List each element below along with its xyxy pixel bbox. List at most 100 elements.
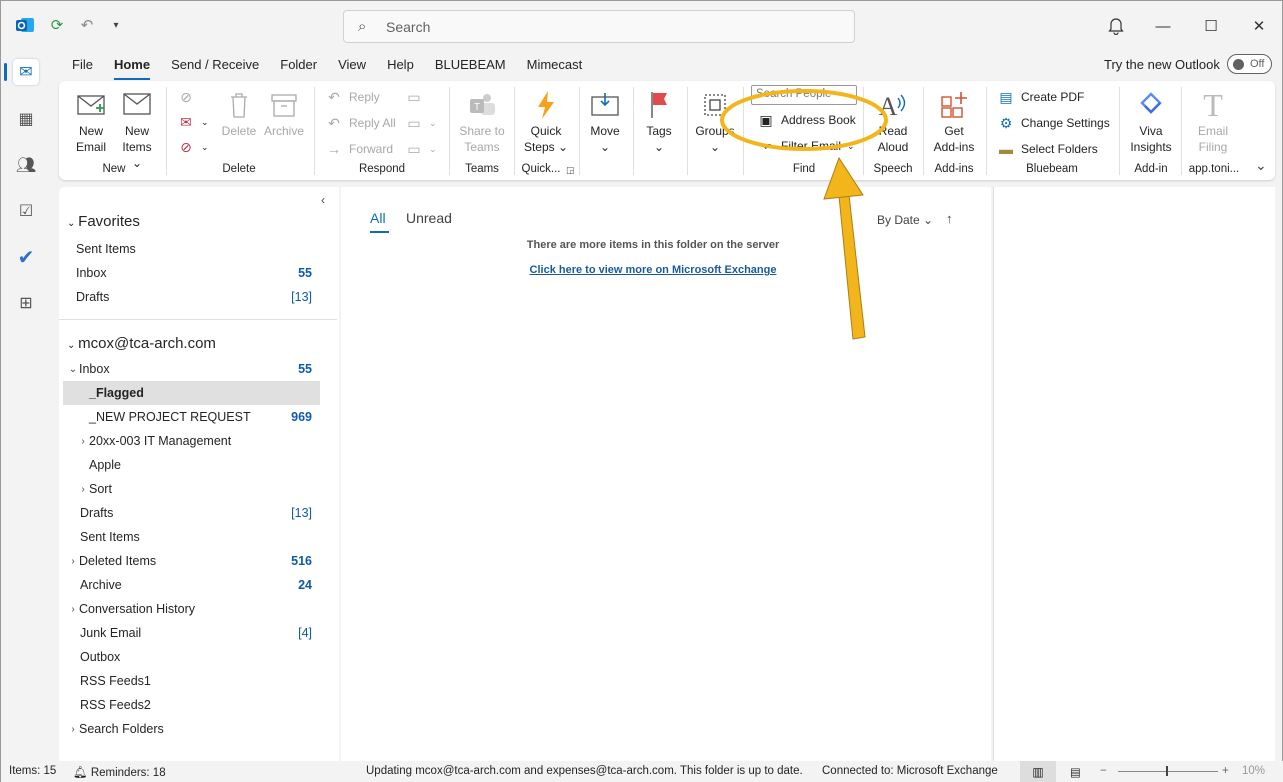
reply-all-button[interactable]: ↶ Reply All bbox=[325, 113, 396, 133]
teams-icon: T bbox=[457, 87, 507, 123]
move-button[interactable]: Move ⌄ bbox=[585, 87, 625, 155]
close-button[interactable]: ✕ bbox=[1244, 11, 1274, 41]
meeting-reply-icon[interactable]: ▭ bbox=[405, 87, 423, 107]
sort-direction-icon[interactable]: ↑ bbox=[946, 211, 953, 226]
mail-icon[interactable]: ✉ bbox=[13, 59, 39, 85]
tags-button[interactable]: Tags ⌄ bbox=[641, 87, 677, 155]
tab-bluebeam[interactable]: BLUEBEAM bbox=[435, 53, 506, 77]
archive-button[interactable]: Archive bbox=[261, 87, 307, 139]
tab-view[interactable]: View bbox=[338, 53, 366, 77]
folder-item[interactable]: ⌄ Inbox 55 bbox=[67, 357, 312, 381]
sync-icon[interactable]: ⟳ bbox=[45, 13, 69, 37]
pdf-icon: ▤ bbox=[999, 88, 1013, 105]
reminders-status[interactable]: 🔔︎ Reminders: 18 bbox=[73, 765, 166, 779]
im-reply-icon[interactable]: ▭ ⌄ bbox=[405, 113, 436, 133]
tab-help[interactable]: Help bbox=[387, 53, 414, 77]
item-count: [4] bbox=[298, 626, 312, 640]
account-header[interactable]: ⌄ mcox@tca-arch.com bbox=[67, 335, 216, 352]
folder-item[interactable]: Drafts [13] bbox=[80, 501, 312, 525]
sort-by-date-button[interactable]: By Date ⌄ bbox=[877, 213, 933, 227]
groups-button[interactable]: Groups ⌄ bbox=[693, 87, 737, 155]
folder-item[interactable]: › Deleted Items 516 bbox=[67, 549, 312, 573]
share-to-teams-button[interactable]: T Share to Teams bbox=[457, 87, 507, 155]
ribbon-separator bbox=[633, 87, 634, 175]
unread-count: 55 bbox=[298, 266, 312, 280]
tasks-icon[interactable]: ☑ bbox=[13, 198, 39, 224]
select-folders-button[interactable]: ▬ Select Folders bbox=[997, 139, 1098, 159]
search-box[interactable]: ⌕ Search bbox=[343, 10, 855, 43]
folder-item[interactable]: _NEW PROJECT REQUEST 969 bbox=[89, 405, 312, 429]
folder-item[interactable]: Outbox bbox=[80, 645, 312, 669]
folder-item[interactable]: RSS Feeds1 bbox=[80, 669, 312, 693]
get-add-ins-button[interactable]: Get Add-ins bbox=[929, 87, 979, 155]
forward-button[interactable]: → Forward bbox=[325, 139, 393, 159]
ignore-icon[interactable]: ⊘ bbox=[177, 87, 195, 107]
quick-steps-button[interactable]: Quick Steps ⌄ bbox=[521, 87, 571, 155]
delete-button[interactable]: Delete bbox=[219, 87, 259, 139]
sort-label: By Date bbox=[877, 213, 920, 227]
folder-item[interactable]: Apple bbox=[89, 453, 312, 477]
notification-bell-icon[interactable] bbox=[1101, 11, 1131, 41]
folder-name: Sort bbox=[89, 482, 112, 496]
normal-view-icon[interactable]: ▥ bbox=[1020, 761, 1056, 782]
junk-icon[interactable]: ⊘ ⌄ bbox=[177, 137, 208, 157]
people-icon[interactable]: 👥︎ bbox=[13, 152, 39, 178]
tab-unread[interactable]: Unread bbox=[406, 210, 452, 226]
group-label-add-ins: Add-ins bbox=[934, 163, 974, 175]
clean-up-icon[interactable]: ✉ ⌄ bbox=[177, 112, 208, 132]
tab-send-receive[interactable]: Send / Receive bbox=[171, 53, 259, 77]
zoom-slider[interactable] bbox=[1118, 771, 1218, 772]
undo-icon[interactable]: ↶ bbox=[75, 13, 99, 37]
tab-mimecast[interactable]: Mimecast bbox=[527, 53, 583, 77]
reading-view-icon[interactable]: ▤ bbox=[1070, 765, 1081, 779]
todo-icon[interactable]: ✔ bbox=[13, 244, 39, 270]
create-pdf-button[interactable]: ▤ Create PDF bbox=[997, 87, 1084, 107]
forward-icon: → bbox=[327, 141, 341, 157]
zoom-out-icon[interactable]: − bbox=[1100, 765, 1107, 777]
folder-item[interactable]: › Sort bbox=[77, 477, 312, 501]
ribbon-collapse-icon[interactable]: ⌄ bbox=[1255, 157, 1267, 174]
customize-toolbar-icon[interactable]: ▾ bbox=[104, 13, 128, 37]
reply-button[interactable]: ↶ Reply bbox=[325, 87, 380, 107]
dialog-launcher-icon[interactable]: ◲ bbox=[566, 165, 575, 176]
email-filing-button[interactable]: T Email Filing bbox=[1187, 87, 1239, 155]
folder-item[interactable]: Inbox 55 bbox=[76, 261, 312, 285]
folder-item[interactable]: Drafts [13] bbox=[76, 285, 312, 309]
maximize-button[interactable]: ☐ bbox=[1196, 11, 1226, 41]
new-email-button[interactable]: New Email bbox=[73, 87, 109, 155]
more-respond-icon[interactable]: ▭ ⌄ bbox=[405, 139, 436, 159]
collapse-pane-icon[interactable]: ‹ bbox=[321, 193, 325, 207]
try-new-outlook-toggle[interactable]: Off bbox=[1227, 54, 1272, 74]
calendar-icon[interactable]: ▦ bbox=[13, 106, 39, 132]
zoom-in-icon[interactable]: + bbox=[1222, 765, 1229, 777]
move-label: Move bbox=[590, 124, 620, 138]
new-items-button[interactable]: New Items ⌄ bbox=[117, 87, 157, 171]
tab-all[interactable]: All bbox=[370, 210, 386, 226]
filter-email-button[interactable]: ⏷ Filter Email ⌄ bbox=[757, 136, 854, 156]
folder-item[interactable]: › 20xx-003 IT Management bbox=[77, 429, 312, 453]
folder-item[interactable]: RSS Feeds2 bbox=[80, 693, 312, 717]
view-more-link[interactable]: Click here to view more on Microsoft Exc… bbox=[341, 264, 965, 276]
folder-item-selected[interactable]: _Flagged bbox=[63, 381, 320, 405]
zoom-slider-thumb[interactable] bbox=[1166, 766, 1168, 776]
read-aloud-button[interactable]: A Read Aloud bbox=[871, 87, 915, 155]
minimize-button[interactable]: — bbox=[1148, 11, 1178, 41]
folder-item[interactable]: Archive 24 bbox=[80, 573, 312, 597]
try-new-outlook-label: Try the new Outlook bbox=[1104, 57, 1220, 72]
tab-home[interactable]: Home bbox=[113, 53, 151, 80]
folder-item[interactable]: Sent Items bbox=[80, 525, 312, 549]
folder-item[interactable]: Junk Email [4] bbox=[80, 621, 312, 645]
folder-item[interactable]: Sent Items bbox=[76, 237, 312, 261]
tab-file[interactable]: File bbox=[72, 53, 93, 77]
forward-label: Forward bbox=[349, 142, 394, 156]
folder-item[interactable]: › Conversation History bbox=[67, 597, 312, 621]
change-settings-button[interactable]: ⚙ Change Settings bbox=[997, 113, 1110, 133]
tab-folder[interactable]: Folder bbox=[280, 53, 317, 77]
address-book-button[interactable]: ▣ Address Book bbox=[757, 110, 855, 130]
folder-item[interactable]: › Search Folders bbox=[67, 717, 312, 741]
apps-icon[interactable]: ⊞ bbox=[13, 290, 39, 316]
folder-name: RSS Feeds2 bbox=[80, 698, 151, 712]
viva-insights-button[interactable]: Viva Insights bbox=[1125, 87, 1177, 155]
favorites-header[interactable]: ⌄ Favorites bbox=[67, 213, 140, 230]
search-people-input[interactable]: Search People bbox=[751, 85, 857, 105]
